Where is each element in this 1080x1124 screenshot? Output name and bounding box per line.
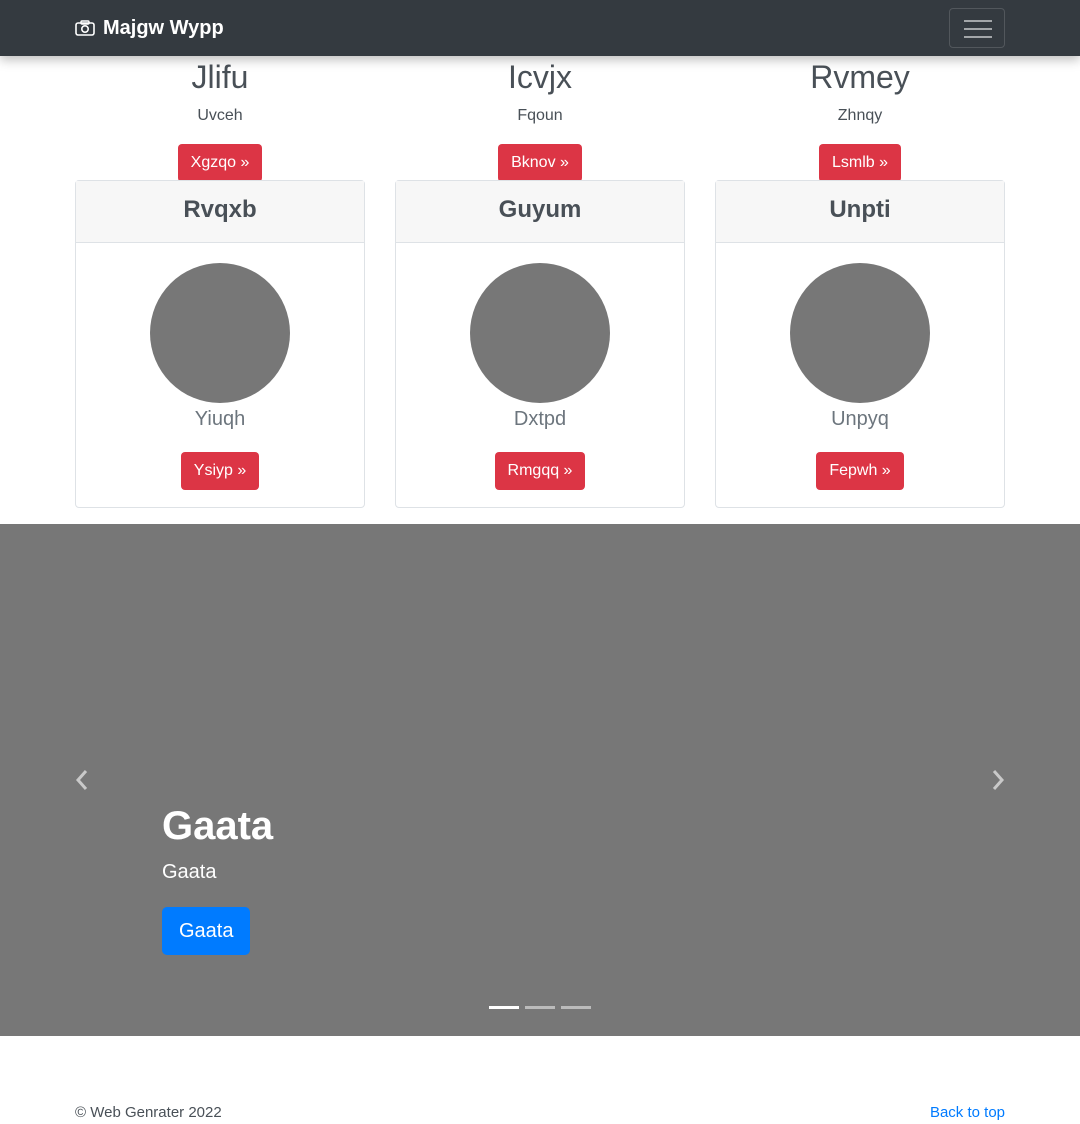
card-subtitle: Unpyq xyxy=(831,408,889,430)
chevron-left-icon[interactable] xyxy=(72,768,92,792)
column-subtitle: Zhnqy xyxy=(837,107,883,124)
carousel-caption: Gaata Gaata Gaata xyxy=(162,802,273,955)
card-button[interactable]: Fepwh » xyxy=(816,452,904,490)
hamburger-icon xyxy=(964,19,992,39)
camera-icon xyxy=(75,20,95,36)
column-subtitle: Uvceh xyxy=(197,107,243,124)
card-button[interactable]: Rmgqq » xyxy=(494,452,586,490)
chevron-right-icon[interactable] xyxy=(988,768,1008,792)
carousel-indicator[interactable] xyxy=(561,1006,591,1009)
navbar: Majgw Wypp xyxy=(0,0,1080,56)
copyright-text: © Web Genrater 2022 xyxy=(75,1104,222,1121)
card-subtitle: Yiuqh xyxy=(194,408,246,430)
placeholder-image xyxy=(470,263,610,403)
carousel-indicator[interactable] xyxy=(489,1006,519,1009)
carousel-heading: Gaata xyxy=(162,804,274,848)
brand-link[interactable]: Majgw Wypp xyxy=(75,14,224,42)
card: Guyum Dxtpd Rmgqq » xyxy=(395,180,685,508)
carousel-indicators xyxy=(489,1006,597,1009)
column-subtitle: Fqoun xyxy=(517,107,563,124)
card-subtitle: Dxtpd xyxy=(513,408,567,430)
card: Rvqxb Yiuqh Ysiyp » xyxy=(75,180,365,508)
carousel-button[interactable]: Gaata xyxy=(162,907,251,955)
card-header: Rvqxb xyxy=(76,181,364,243)
card-header: Unpti xyxy=(716,181,1004,243)
carousel-text: Gaata xyxy=(162,861,217,883)
column-title: Rvmey xyxy=(810,59,910,95)
carousel-indicator[interactable] xyxy=(525,1006,555,1009)
column-title: Jlifu xyxy=(191,59,249,95)
placeholder-image xyxy=(790,263,930,403)
column-button[interactable]: Lsmlb » xyxy=(818,144,902,182)
navbar-toggler-button[interactable] xyxy=(949,8,1005,48)
column-button[interactable]: Bknov » xyxy=(498,144,582,182)
column-button[interactable]: Xgzqo » xyxy=(177,144,263,182)
column-title: Icvjx xyxy=(508,59,572,95)
back-to-top-link[interactable]: Back to top xyxy=(930,1103,1005,1123)
carousel: Gaata Gaata Gaata xyxy=(0,524,1080,1036)
card: Unpti Unpyq Fepwh » xyxy=(715,180,1005,508)
card-header: Guyum xyxy=(396,181,684,243)
card-button[interactable]: Ysiyp » xyxy=(180,452,260,490)
brand-name: Majgw Wypp xyxy=(103,16,224,39)
placeholder-image xyxy=(150,263,290,403)
